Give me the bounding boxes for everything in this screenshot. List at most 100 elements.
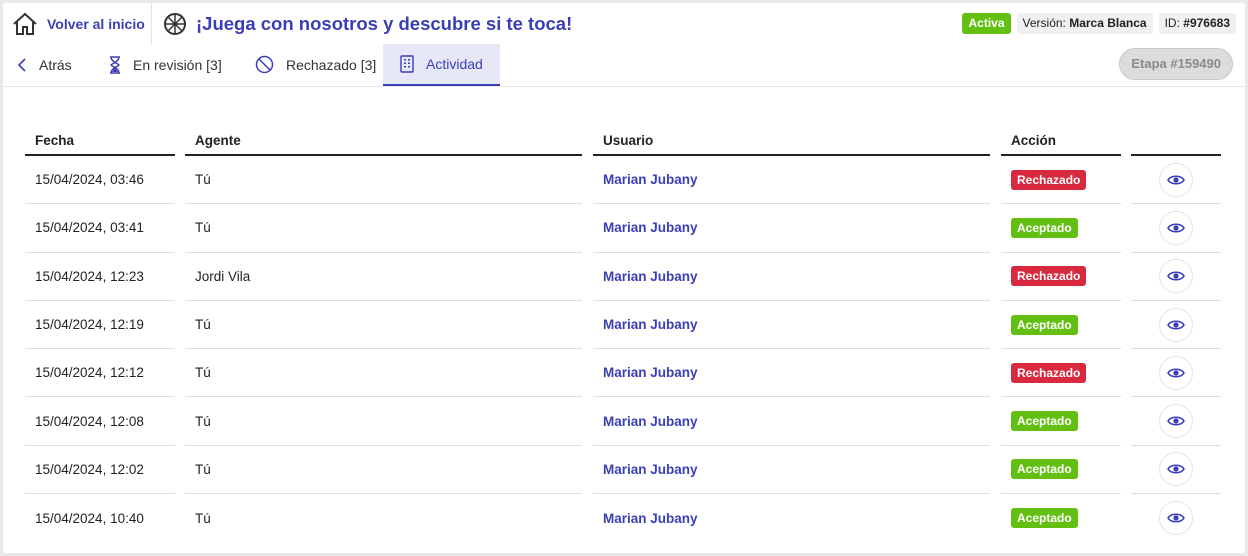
view-button[interactable] [1159,162,1193,197]
view-cell [1131,253,1221,301]
user-cell: Marian Jubany [593,349,990,398]
view-cell [1131,494,1221,542]
status-badge: Activa [962,13,1011,34]
user-cell: Marian Jubany [593,204,990,253]
user-link[interactable]: Marian Jubany [603,414,698,429]
action-badge: Rechazado [1011,362,1087,383]
cell-fecha: 15/04/2024, 12:12 [25,349,175,398]
view-button[interactable] [1159,501,1193,536]
column-accion: Acción Rechazado Aceptado Rechazado Acep… [1001,127,1121,542]
user-link[interactable]: Marian Jubany [603,365,698,380]
action-cell: Rechazado [1001,349,1121,398]
campaign-meta: Activa Versión: Marca Blanca ID: #976683 [962,13,1236,34]
user-link[interactable]: Marian Jubany [603,462,698,477]
column-header-agente: Agente [185,127,582,156]
hourglass-icon [110,55,120,74]
eye-icon [1167,464,1185,474]
column-header-fecha: Fecha [25,127,175,156]
version-pill: Versión: Marca Blanca [1016,13,1153,34]
id-pill: ID: #976683 [1158,13,1236,34]
tab-actividad[interactable]: Actividad [383,44,500,86]
action-cell: Aceptado [1001,397,1121,446]
view-cell [1131,446,1221,495]
eye-icon [1167,223,1185,233]
view-button[interactable] [1159,404,1193,439]
view-button[interactable] [1159,210,1193,245]
action-cell: Aceptado [1001,494,1121,542]
column-header-accion: Acción [1001,127,1121,156]
cell-fecha: 15/04/2024, 10:40 [35,510,144,526]
stage-button[interactable]: Etapa #159490 [1119,48,1233,80]
action-cell: Rechazado [1001,253,1121,301]
action-badge: Rechazado [1011,266,1087,287]
view-cell [1131,156,1221,205]
version-value: Marca Blanca [1069,16,1147,30]
action-cell: Aceptado [1001,446,1121,495]
column-fecha: Fecha 15/04/2024, 03:46 15/04/2024, 03:4… [25,127,175,542]
user-cell: Marian Jubany [593,494,990,542]
view-button[interactable] [1159,355,1193,390]
tab-rechazado[interactable]: Rechazado [3] [255,44,376,85]
action-badge: Aceptado [1011,459,1078,480]
eye-icon [1167,416,1185,426]
tab-en-revision[interactable]: En revisión [3] [109,44,222,85]
user-link[interactable]: Marian Jubany [603,172,698,187]
view-cell [1131,204,1221,253]
wheel-icon [164,13,186,35]
view-button[interactable] [1159,307,1193,342]
tab-rechazado-label: Rechazado [3] [286,56,377,73]
user-link[interactable]: Marian Jubany [603,317,698,332]
action-badge: Rechazado [1011,169,1087,190]
user-link[interactable]: Marian Jubany [603,511,698,526]
user-link[interactable]: Marian Jubany [603,220,698,235]
cell-agente: Tú [195,510,211,526]
user-link[interactable]: Marian Jubany [603,269,698,284]
cell-fecha: 15/04/2024, 12:23 [25,253,175,301]
tab-bar: Atrás En revisión [3] Rechazado [3] Acti… [3,44,1245,86]
view-button[interactable] [1159,259,1193,294]
id-value: #976683 [1183,16,1230,30]
action-badge: Aceptado [1011,508,1078,529]
cell-agente: Tú [185,301,582,350]
document-icon [400,55,414,73]
view-button[interactable] [1159,452,1193,487]
user-cell: Marian Jubany [593,397,990,446]
action-badge: Aceptado [1011,314,1078,335]
column-agente: Agente Tú Tú Jordi Vila Tú Tú Tú Tú Tú [185,127,582,542]
cell-agente: Jordi Vila [185,253,582,301]
campaign-title-area: ¡Juega con nosotros y descubre si te toc… [163,3,572,45]
action-cell: Rechazado [1001,156,1121,205]
eye-icon [1167,175,1185,185]
user-cell: Marian Jubany [593,301,990,350]
cell-fecha: 15/04/2024, 03:46 [25,156,175,205]
view-cell [1131,301,1221,350]
page-title: ¡Juega con nosotros y descubre si te toc… [196,13,573,34]
view-cell [1131,397,1221,446]
back-button[interactable]: Atrás [17,44,72,85]
column-header-view [1131,127,1221,156]
column-header-usuario: Usuario [593,127,990,156]
divider [3,86,1245,87]
user-cell: Marian Jubany [593,253,990,301]
eye-icon [1167,271,1185,281]
eye-icon [1167,368,1185,378]
tab-actividad-label: Actividad [426,56,483,72]
cell-fecha: 15/04/2024, 12:19 [25,301,175,350]
cell-agente: Tú [185,156,582,205]
column-view [1131,127,1221,542]
home-label: Volver al inicio [47,16,145,32]
eye-icon [1167,513,1185,523]
back-label: Atrás [39,56,72,73]
home-button[interactable]: Volver al inicio [3,3,152,45]
cell-agente: Tú [185,349,582,398]
eye-icon [1167,319,1185,330]
app-window: Volver al inicio ¡Juega con nosotros y d… [3,3,1245,553]
cell-agente: Tú [185,397,582,446]
top-bar: Volver al inicio ¡Juega con nosotros y d… [3,3,1245,45]
cell-fecha: 15/04/2024, 12:08 [25,397,175,446]
action-badge: Aceptado [1011,217,1078,238]
ban-icon [255,55,274,74]
cell-agente: Tú [185,446,582,495]
cell-agente: Tú [185,204,582,253]
tab-en-revision-label: En revisión [3] [133,56,222,73]
